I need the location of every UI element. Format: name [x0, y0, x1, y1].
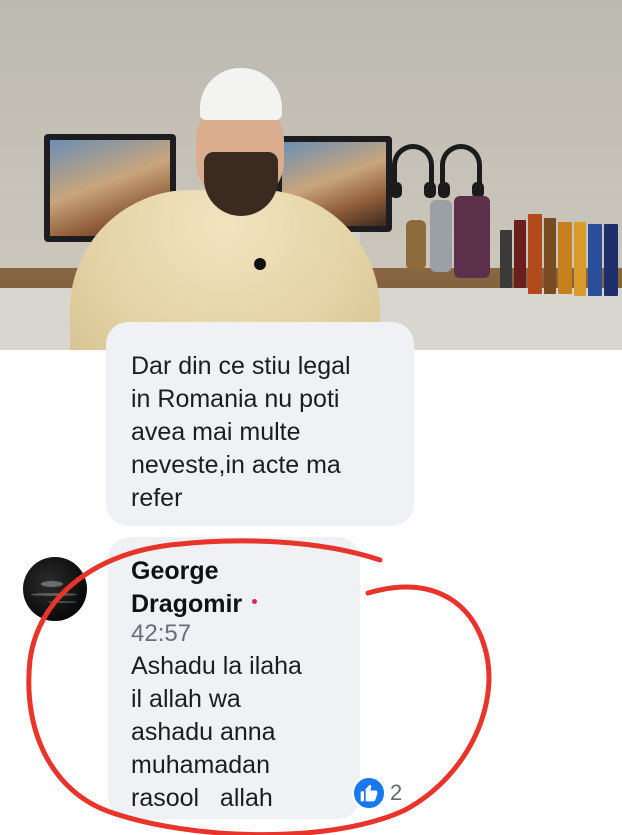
lantern-small — [406, 220, 426, 270]
lantern-silver — [430, 200, 452, 272]
comment-text-previous: Dar din ce stiu legal in Romania nu poti… — [131, 352, 351, 512]
book — [588, 224, 602, 296]
separator-dot — [252, 599, 257, 604]
comment-author[interactable]: George Dragomir — [131, 555, 242, 621]
comment-text: Ashadu la ilaha il allah wa ashadu anna … — [131, 652, 302, 812]
book — [500, 230, 512, 288]
book — [514, 220, 526, 288]
book — [558, 222, 572, 294]
reaction-count: 2 — [390, 780, 403, 805]
book — [528, 214, 542, 294]
book — [604, 224, 618, 296]
book — [574, 222, 586, 296]
lantern-purple — [454, 196, 490, 278]
headphones-left-icon — [390, 144, 436, 198]
comment-timestamp[interactable]: 42:57 — [131, 619, 191, 649]
book — [544, 218, 556, 294]
video-frame[interactable] — [0, 0, 622, 350]
reaction-badge[interactable] — [352, 776, 386, 810]
lapel-mic-icon — [254, 258, 266, 270]
thumbs-up-icon — [360, 784, 378, 802]
headphones-right-icon — [438, 144, 484, 198]
kufi-cap — [200, 68, 282, 120]
avatar[interactable] — [23, 557, 87, 621]
